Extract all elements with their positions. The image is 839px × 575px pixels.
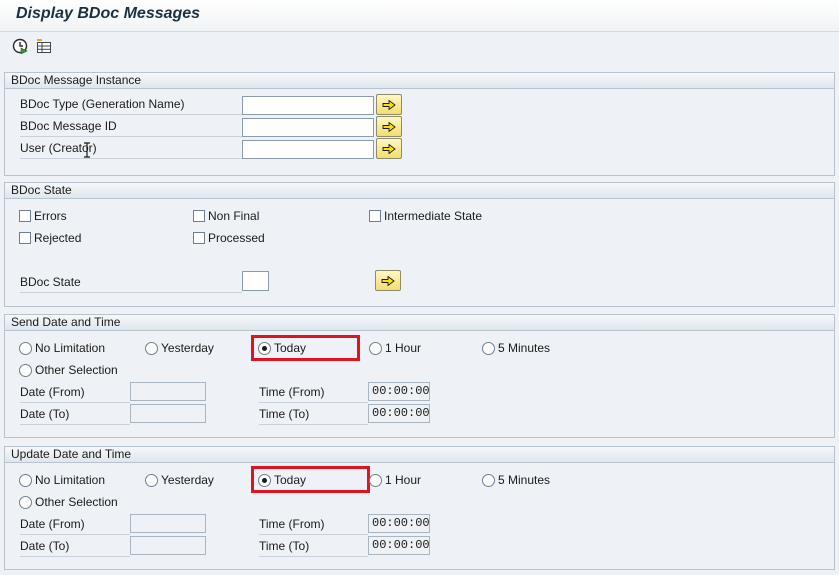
- processed-checkbox[interactable]: [193, 232, 205, 244]
- bdoc-state-multiple-selection-button[interactable]: [375, 270, 401, 291]
- send-today-highlight: [251, 335, 360, 361]
- intermediate-state-label: Intermediate State: [384, 209, 483, 223]
- send-yesterday-radio[interactable]: [145, 342, 158, 355]
- page-title: Display BDoc Messages: [16, 5, 201, 22]
- bdoc-message-id-input[interactable]: [242, 118, 374, 137]
- update-1-hour-label: 1 Hour: [385, 473, 422, 487]
- send-date-to-input[interactable]: [130, 404, 206, 423]
- multiple-selection-button[interactable]: [35, 37, 53, 55]
- non-final-checkbox[interactable]: [193, 210, 205, 222]
- send-date-from-input[interactable]: [130, 382, 206, 401]
- update-5-minutes-label: 5 Minutes: [498, 473, 551, 487]
- send-1-hour-label: 1 Hour: [385, 341, 422, 355]
- bdoc-type-label: BDoc Type (Generation Name): [20, 97, 242, 115]
- send-time-to-label: Time (To): [259, 407, 368, 425]
- execute-button[interactable]: [11, 37, 29, 55]
- update-date-to-input[interactable]: [130, 536, 206, 555]
- update-time-to-label: Time (To): [259, 539, 368, 557]
- execute-clock-icon: [12, 38, 28, 54]
- bdoc-state-group: BDoc State Errors Non Final Intermediate…: [4, 182, 835, 307]
- send-time-from-label: Time (From): [259, 385, 368, 403]
- arrow-right-icon: [382, 99, 396, 110]
- update-other-selection-label: Other Selection: [35, 495, 118, 509]
- update-no-limitation-radio[interactable]: [19, 474, 32, 487]
- send-other-selection-label: Other Selection: [35, 363, 118, 377]
- bdoc-message-id-label: BDoc Message ID: [20, 119, 242, 137]
- processed-label: Processed: [208, 231, 265, 245]
- update-time-from-input[interactable]: 00:00:00: [368, 514, 430, 533]
- send-date-to-label: Date (To): [20, 407, 130, 425]
- send-no-limitation-radio[interactable]: [19, 342, 32, 355]
- bdoc-state-input[interactable]: [242, 271, 269, 291]
- group-header: BDoc State: [5, 183, 834, 199]
- arrow-right-icon: [382, 143, 396, 154]
- errors-label: Errors: [34, 209, 67, 223]
- send-5-minutes-label: 5 Minutes: [498, 341, 551, 355]
- update-time-to-input[interactable]: 00:00:00: [368, 536, 430, 555]
- send-yesterday-label: Yesterday: [161, 341, 214, 355]
- send-date-time-group: Send Date and Time No Limitation Yesterd…: [4, 314, 835, 438]
- intermediate-state-checkbox[interactable]: [369, 210, 381, 222]
- arrow-right-icon: [382, 121, 396, 132]
- non-final-label: Non Final: [208, 209, 260, 223]
- update-5-minutes-radio[interactable]: [482, 474, 495, 487]
- update-date-from-input[interactable]: [130, 514, 206, 533]
- update-yesterday-label: Yesterday: [161, 473, 214, 487]
- title-bar: Display BDoc Messages: [0, 0, 839, 32]
- bdoc-type-multiple-selection-button[interactable]: [376, 94, 402, 115]
- user-creator-label: User (Creator): [20, 141, 242, 159]
- send-other-selection-radio[interactable]: [19, 364, 32, 377]
- errors-checkbox[interactable]: [19, 210, 31, 222]
- update-1-hour-radio[interactable]: [369, 474, 382, 487]
- group-header: Send Date and Time: [5, 315, 834, 331]
- text-cursor-icon: [84, 142, 90, 158]
- send-date-from-label: Date (From): [20, 385, 130, 403]
- update-no-limitation-label: No Limitation: [35, 473, 106, 487]
- send-time-from-input[interactable]: 00:00:00: [368, 382, 430, 401]
- user-creator-input[interactable]: [242, 140, 374, 159]
- send-no-limitation-label: No Limitation: [35, 341, 106, 355]
- bdoc-message-id-multiple-selection-button[interactable]: [376, 116, 402, 137]
- update-other-selection-radio[interactable]: [19, 496, 32, 509]
- send-5-minutes-radio[interactable]: [482, 342, 495, 355]
- group-header: BDoc Message Instance: [5, 73, 834, 89]
- update-today-highlight: [251, 466, 370, 493]
- update-time-from-label: Time (From): [259, 517, 368, 535]
- toolbar: [0, 33, 839, 63]
- bdoc-type-input[interactable]: [242, 96, 374, 115]
- user-creator-multiple-selection-button[interactable]: [376, 138, 402, 159]
- bdoc-message-instance-group: BDoc Message Instance BDoc Type (Generat…: [4, 72, 835, 176]
- send-1-hour-radio[interactable]: [369, 342, 382, 355]
- update-date-to-label: Date (To): [20, 539, 130, 557]
- update-yesterday-radio[interactable]: [145, 474, 158, 487]
- rejected-checkbox[interactable]: [19, 232, 31, 244]
- bdoc-state-label: BDoc State: [20, 275, 242, 293]
- group-header: Update Date and Time: [5, 447, 834, 463]
- send-time-to-input[interactable]: 00:00:00: [368, 404, 430, 423]
- arrow-right-icon: [381, 275, 395, 286]
- multiple-selection-icon: [37, 39, 51, 53]
- rejected-label: Rejected: [34, 231, 82, 245]
- update-date-time-group: Update Date and Time No Limitation Yeste…: [4, 446, 835, 570]
- update-date-from-label: Date (From): [20, 517, 130, 535]
